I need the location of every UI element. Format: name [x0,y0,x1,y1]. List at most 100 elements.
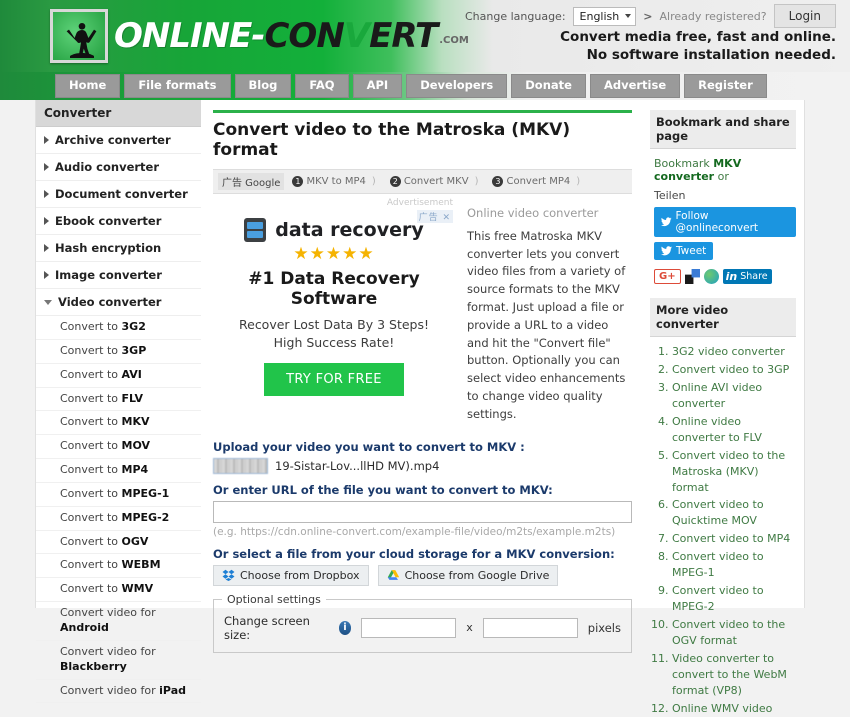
sidebar-item-3g2[interactable]: Convert to 3G2 [36,316,201,340]
sidebar-category-video-converter[interactable]: Video converter [36,289,201,316]
ad-creative[interactable]: data recovery ★★★★★ #1 Data Recovery Sof… [213,200,455,397]
sidebar-category-ebook-converter[interactable]: Ebook converter [36,208,201,235]
sidebar-item-prefix: Convert to [60,343,122,357]
sidebar-category-label: Audio converter [55,160,160,174]
linkedin-share-button[interactable]: in Share [722,269,772,284]
sidebar-item-prefix: Convert video for [60,644,156,658]
file-picker-row[interactable]: 19-Sistar-Lov...llHD MV).mp4 [213,457,632,474]
optional-settings-legend: Optional settings [222,592,326,606]
nav-item-register[interactable]: Register [684,74,767,98]
chevron-right-icon [44,217,49,225]
nav-item-donate[interactable]: Donate [511,74,586,98]
sidebar-video-items: Convert to 3G2 Convert to 3GP Convert to A… [36,316,201,704]
language-value: English [579,9,620,23]
sidebar-item-wmv[interactable]: Convert to WMV [36,578,201,603]
sidebar-item-flv[interactable]: Convert to FLV [36,388,201,412]
stumbleupon-icon[interactable] [703,269,719,284]
choose-file-button[interactable] [213,457,268,474]
nav-item-developers[interactable]: Developers [406,74,508,98]
sidebar-item-mkv[interactable]: Convert to MKV [36,411,201,436]
sidebar-category-archive-converter[interactable]: Archive converter [36,127,201,154]
logo[interactable]: ONLINE- CON V ERT .COM [50,8,469,64]
chevron-right-icon [44,136,49,144]
more-video-converter-item[interactable]: Convert video to the OGV format [672,617,796,649]
sidebar-item-mov[interactable]: Convert to MOV [36,435,201,460]
more-video-converter-item[interactable]: Convert video to Quicktime MOV [672,497,796,529]
google-ad-link-caret: ) [576,175,581,187]
sidebar-category-image-converter[interactable]: Image converter [36,262,201,289]
ad-close-icon[interactable]: 广告 ✕ [416,209,453,223]
nav-item-blog[interactable]: Blog [234,74,292,98]
more-video-converter-item[interactable]: 3G2 video converter [672,344,796,360]
sidebar-category-label: Hash encryption [55,241,162,255]
google-ad-link-caret: ) [371,175,376,187]
selected-file-name: 19-Sistar-Lov...llHD MV).mp4 [275,458,440,473]
sidebar-category-document-converter[interactable]: Document converter [36,181,201,208]
sidebar-item-ogv[interactable]: Convert to OGV [36,531,201,555]
info-icon[interactable]: i [338,620,352,635]
screen-height-input[interactable] [482,617,578,638]
more-video-converter-item[interactable]: Online WMV video [672,701,796,717]
nav-item-api[interactable]: API [352,74,403,98]
google-ad-link[interactable]: 1 MKV to MP4) [292,175,376,187]
google-ad-link[interactable]: 3 Convert MP4) [492,175,581,187]
site-header: ONLINE- CON V ERT .COM Change language: Engl… [0,0,850,72]
more-video-converter-item[interactable]: Convert video to MP4 [672,531,796,547]
language-select[interactable]: English [572,6,637,26]
main-content: Convert video to the Matroska (MKV) form… [201,100,644,653]
google-drive-button[interactable]: Choose from Google Drive [377,564,559,586]
more-video-converter-item[interactable]: Convert video to the Matroska (MKV) form… [672,448,796,496]
sidebar-item-format: 3G2 [121,320,146,333]
more-video-converter-item[interactable]: Online video converter to FLV [672,414,796,446]
url-label: Or enter URL of the file you want to con… [213,482,553,497]
optional-settings-box: Optional settings Change screen size: i … [213,592,632,653]
ad-subtext: Recover Lost Data By 3 Steps! High Succe… [213,316,455,352]
more-video-converter-item[interactable]: Online AVI video converter [672,380,796,412]
nav-item-faq[interactable]: FAQ [295,74,349,98]
sidebar-item-avi[interactable]: Convert to AVI [36,364,201,388]
dropbox-button[interactable]: Choose from Dropbox [213,564,369,586]
description-body: This free Matroska MKV converter lets yo… [467,228,626,421]
green-divider [213,110,632,113]
more-video-converter-item[interactable]: Convert video to MPEG-1 [672,549,796,581]
login-button[interactable]: Login [773,4,836,28]
tweet-button[interactable]: Tweet [654,242,714,260]
more-video-converter-item[interactable]: Convert video to 3GP [672,362,796,378]
chevron-right-icon [44,163,49,171]
sidebar-item-format: MOV [121,439,151,453]
tagline-line-2: No software installation needed. [586,47,836,64]
more-video-converter-item[interactable]: Video converter to convert to the WebM f… [672,651,796,699]
nav-item-file-formats[interactable]: File formats [124,74,231,98]
sidebar-category-hash-encryption[interactable]: Hash encryption [36,235,201,262]
sidebar-item-mpeg-2[interactable]: Convert to MPEG-2 [36,507,201,531]
screen-width-input[interactable] [361,617,457,638]
sidebar-item-blackberry[interactable]: Convert video for Blackberry [36,641,201,680]
google-plus-icon[interactable]: G+ [654,269,681,284]
left-sidebar: Converter Archive converter Audio convert… [36,100,201,704]
sidebar-item-mp4[interactable]: Convert to MP4 [36,459,201,483]
sidebar-item-webm[interactable]: Convert to WEBM [36,554,201,579]
ad-cta-button[interactable]: TRY FOR FREE [264,363,404,397]
right-sidebar: Bookmark and share page Bookmark MKV con… [644,100,804,715]
sidebar-item-format: iPad [159,683,186,697]
sidebar-item-ipad[interactable]: Convert video for iPad [36,680,201,704]
url-input[interactable] [213,500,632,523]
sidebar-item-prefix: Convert to [60,486,122,500]
gdrive-label: Choose from Google Drive [404,568,550,582]
more-video-converter-item[interactable]: Convert video to MPEG-2 [672,583,796,615]
twitter-follow-button[interactable]: Follow @onlineconvert [654,207,796,237]
nav-item-advertise[interactable]: Advertise [589,74,681,98]
google-ad-link-number: 3 [492,175,504,187]
sidebar-item-prefix: Convert to [60,463,122,477]
addthis-icon[interactable] [684,269,700,284]
bookmark-prefix: Bookmark [654,157,714,170]
nav-item-home[interactable]: Home [55,74,121,98]
language-go-arrow[interactable]: > [643,10,652,23]
sidebar-item-format: WEBM [121,558,161,572]
sidebar-category-audio-converter[interactable]: Audio converter [36,154,201,181]
google-ad-link[interactable]: 2 Convert MKV) [389,175,478,187]
ad-headline: #1 Data Recovery Software [248,268,420,309]
upload-label: Upload your video you want to convert to… [213,439,525,454]
sidebar-item-3gp[interactable]: Convert to 3GP [36,340,201,364]
sidebar-item-mpeg-1[interactable]: Convert to MPEG-1 [36,483,201,507]
